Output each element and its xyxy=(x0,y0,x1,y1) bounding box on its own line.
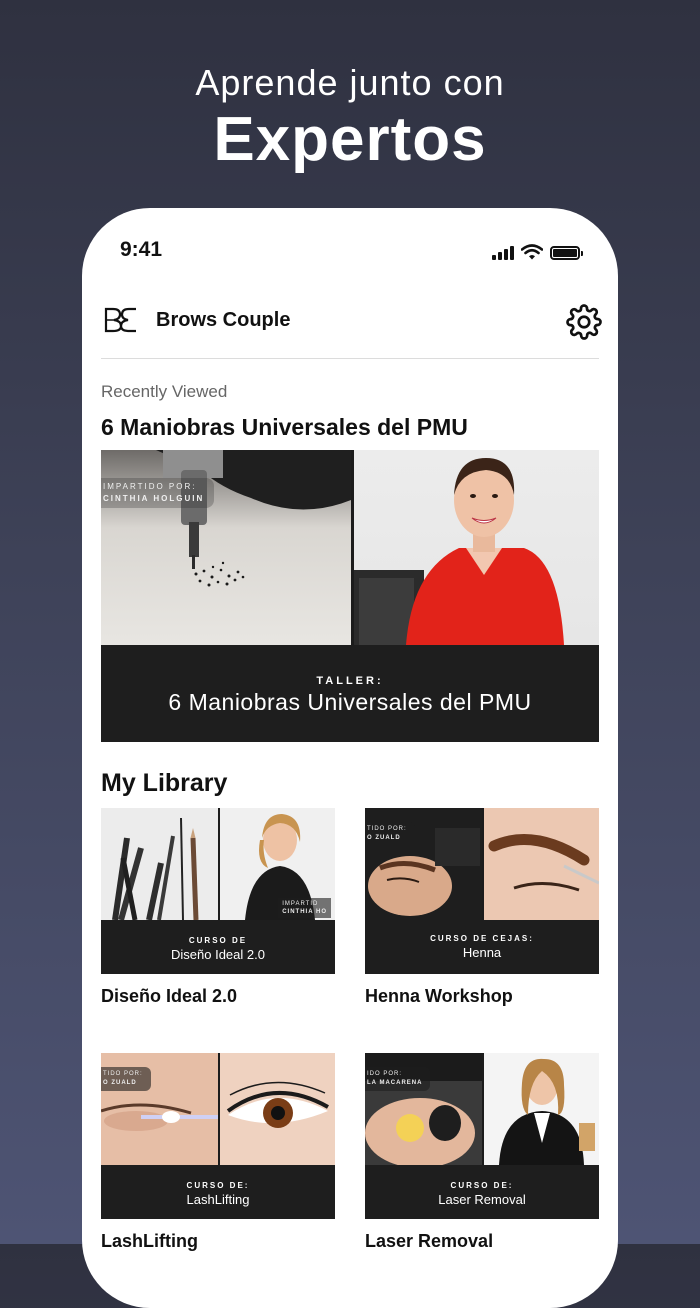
course-caption-name: Henna xyxy=(462,945,502,960)
status-time: 9:41 xyxy=(120,238,163,261)
recently-viewed-title[interactable]: 6 Maniobras Universales del PMU xyxy=(101,414,468,441)
brows-couple-logo xyxy=(104,307,136,333)
status-icons xyxy=(492,244,583,260)
app-title: Brows Couple xyxy=(156,309,291,331)
library-card-lashlifting[interactable]: TIDO POR: O ZUALD CURSO DE: LashLifting … xyxy=(101,1053,335,1251)
course-caption-band: CURSO DE CEJAS: Henna xyxy=(365,920,599,974)
recently-viewed-label: Recently Viewed xyxy=(101,382,228,401)
instructor-tag: TIDO POR: O ZUALD xyxy=(101,1067,151,1091)
course-thumbnail: IDO POR: LA MACARENA CURSO DE: Laser Rem… xyxy=(365,1053,599,1219)
course-kicker: CURSO DE: xyxy=(450,1181,514,1190)
course-caption-band: CURSO DE Diseño Ideal 2.0 xyxy=(101,920,335,974)
status-bar: 9:41 xyxy=(82,236,618,266)
laser-procedure-image: IDO POR: LA MACARENA xyxy=(365,1053,482,1168)
lash-procedure-image: TIDO POR: O ZUALD xyxy=(101,1053,218,1165)
course-thumbnail: TIDO POR: O ZUALD CURSO DE: LashLifting xyxy=(101,1053,335,1219)
cellular-signal-icon xyxy=(492,246,514,260)
course-title: LashLifting xyxy=(101,1231,198,1251)
course-kicker: CURSO DE: xyxy=(186,1181,250,1190)
instructor-photo: IMPARTID CINTHIA HO xyxy=(220,808,335,920)
course-caption-name: LashLifting xyxy=(186,1192,250,1207)
course-kicker: CURSO DE CEJAS: xyxy=(430,934,534,943)
course-thumbnail: TIDO POR: O ZUALD CURSO DE CEJAS: Henna xyxy=(365,808,599,974)
course-title: Laser Removal xyxy=(365,1231,494,1251)
tattoo-machine-image: IMPARTIDO POR: CINTHIA HOLGUIN xyxy=(101,450,351,645)
app-header: Brows Couple xyxy=(101,300,602,359)
course-title: Henna Workshop xyxy=(365,986,513,1006)
course-caption-name: Diseño Ideal 2.0 xyxy=(171,947,265,962)
instructor-tag: IMPARTIDO POR: CINTHIA HOLGUIN xyxy=(101,478,215,508)
instructor-photo xyxy=(484,1053,599,1165)
settings-gear-icon[interactable] xyxy=(566,304,602,340)
course-kicker: CURSO DE xyxy=(188,936,248,945)
brow-pencils-image xyxy=(101,808,218,921)
instructor-photo xyxy=(354,450,599,645)
course-thumbnail: IMPARTID CINTHIA HO CURSO DE Diseño Idea… xyxy=(101,808,335,974)
instructor-tag: TIDO POR: O ZUALD xyxy=(365,822,415,846)
thumbnail-kicker: TALLER: xyxy=(316,675,384,687)
phone-frame: 9:41 Brows Couple Recently Viewed 6 Mani… xyxy=(82,208,618,1308)
course-caption-name: Laser Removal xyxy=(438,1192,526,1207)
instructor-tag: IDO POR: LA MACARENA xyxy=(365,1067,431,1091)
thumbnail-course-name: 6 Maniobras Universales del PMU xyxy=(168,689,532,715)
course-caption-band: CURSO DE: LashLifting xyxy=(101,1165,335,1219)
library-card-diseno-ideal[interactable]: IMPARTID CINTHIA HO CURSO DE Diseño Idea… xyxy=(101,808,335,1006)
promo-headline-emphasis: Expertos xyxy=(213,105,487,174)
library-card-laser-removal[interactable]: IDO POR: LA MACARENA CURSO DE: Laser Rem… xyxy=(365,1053,599,1251)
eye-closeup-image xyxy=(220,1053,335,1165)
henna-procedure-image: TIDO POR: O ZUALD xyxy=(365,808,482,920)
recently-viewed-thumbnail[interactable]: IMPARTIDO POR: CINTHIA HOLGUIN TALLER: 6… xyxy=(101,450,599,742)
promo-headline: Aprende junto con xyxy=(195,62,505,103)
thumbnail-caption-band: TALLER: 6 Maniobras Universales del PMU xyxy=(101,645,599,742)
my-library-heading: My Library xyxy=(101,769,228,797)
wifi-icon xyxy=(521,244,543,260)
instructor-tag: IMPARTID CINTHIA HO xyxy=(278,898,331,918)
brow-closeup-image xyxy=(484,808,599,920)
course-caption-band: CURSO DE: Laser Removal xyxy=(365,1165,599,1219)
course-title: Diseño Ideal 2.0 xyxy=(101,986,238,1006)
library-card-henna-workshop[interactable]: TIDO POR: O ZUALD CURSO DE CEJAS: Henna … xyxy=(365,808,599,1006)
battery-icon xyxy=(550,246,583,260)
